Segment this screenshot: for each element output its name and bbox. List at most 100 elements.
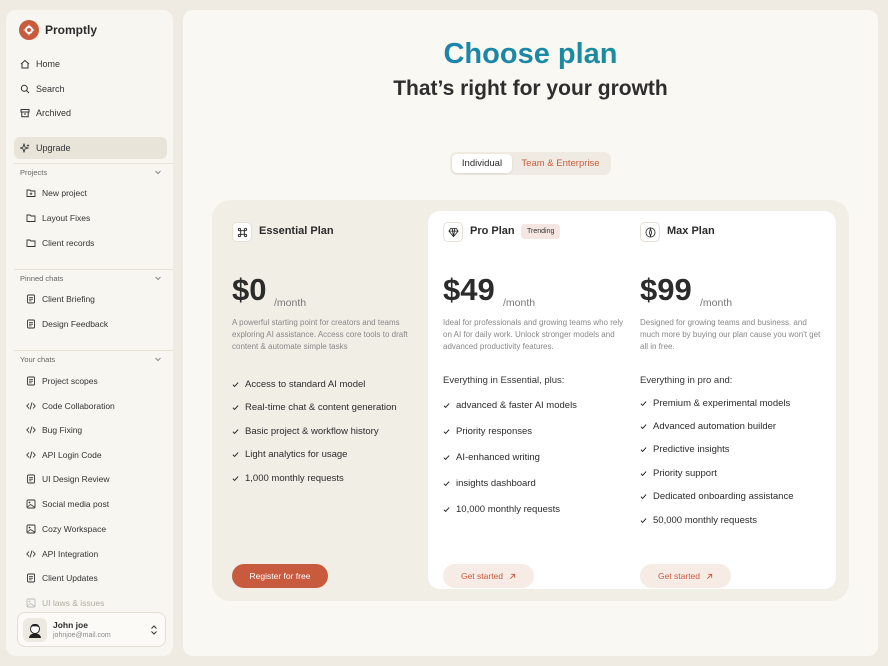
document-icon	[27, 474, 35, 484]
get-started-button[interactable]: Get started	[640, 564, 731, 588]
code-icon	[26, 550, 36, 558]
chat-item[interactable]: Client Updates	[26, 568, 166, 588]
chat-item[interactable]: Cozy Workspace	[26, 519, 166, 539]
chevron-down-icon	[155, 357, 161, 362]
check-icon	[443, 481, 450, 487]
plan-description: Ideal for professionals and growing team…	[443, 318, 624, 352]
get-started-label: Get started	[657, 571, 701, 581]
check-icon	[640, 518, 647, 524]
chevron-down-icon	[155, 276, 161, 281]
nav-archived[interactable]: Archived	[14, 102, 167, 124]
plan-feature: Dedicated onboarding assistance	[640, 491, 793, 502]
chat-item[interactable]: Social media post	[26, 494, 166, 514]
projects-section-header[interactable]: Projects	[20, 166, 162, 178]
plan-type-toggle: Individual Team & Enterprise	[450, 152, 611, 175]
chat-label: Bug Fixing	[42, 425, 83, 435]
projects-section-title: Projects	[20, 167, 48, 177]
plan-description: Designed for growing teams and business.…	[640, 318, 821, 352]
document-icon	[27, 294, 35, 304]
home-icon	[20, 59, 30, 69]
chat-item[interactable]: UI laws & issues	[26, 593, 166, 613]
plan-feature: advanced & faster AI models	[443, 400, 577, 411]
project-item[interactable]: Layout Fixes	[26, 208, 166, 228]
plan-price: $49	[443, 272, 495, 307]
check-icon	[640, 471, 647, 477]
plan-feature: 50,000 monthly requests	[640, 515, 757, 526]
plan-name: Essential Plan	[259, 225, 334, 237]
chat-item[interactable]: Bug Fixing	[26, 420, 166, 440]
project-label: Layout Fixes	[42, 213, 91, 223]
chat-label: UI Design Review	[42, 474, 110, 484]
plan-feature: Basic project & workflow history	[232, 426, 379, 437]
nav-home[interactable]: Home	[14, 53, 167, 75]
plan-period: /month	[274, 297, 307, 309]
plan-feature: Light analytics for usage	[232, 449, 347, 460]
chat-label: Cozy Workspace	[42, 524, 107, 534]
check-icon	[232, 382, 239, 388]
chat-label: API Integration	[42, 549, 99, 559]
chat-item[interactable]: Code Collaboration	[26, 396, 166, 416]
archive-icon	[20, 109, 30, 118]
chat-label: Social media post	[42, 499, 110, 509]
code-icon	[26, 426, 36, 434]
pinned-chat-item[interactable]: Design Feedback	[26, 314, 166, 334]
toggle-individual[interactable]: Individual	[452, 154, 512, 173]
folder-plus-icon	[26, 189, 36, 197]
code-icon	[26, 451, 36, 459]
check-icon	[443, 429, 450, 435]
pinned-chat-label: Client Briefing	[42, 294, 95, 304]
register-for-free-button[interactable]: Register for free	[232, 564, 328, 588]
image-icon	[26, 499, 36, 509]
plan-period: /month	[503, 297, 536, 309]
plan-feature: 1,000 monthly requests	[232, 473, 344, 484]
pinned-section-header[interactable]: Pinned chats	[20, 272, 162, 284]
user-menu[interactable]: John joe johnjoe@mail.com	[17, 612, 166, 647]
arrow-up-right-icon	[510, 573, 516, 579]
page-title: Choose plan	[183, 38, 878, 71]
check-icon	[232, 405, 239, 411]
chat-item[interactable]: API Login Code	[26, 445, 166, 465]
divider	[14, 350, 173, 351]
page-subtitle: That’s right for your growth	[393, 77, 668, 100]
chat-label: Client Updates	[42, 573, 98, 583]
check-icon	[232, 452, 239, 458]
chat-item[interactable]: UI Design Review	[26, 469, 166, 489]
check-icon	[640, 494, 647, 500]
nav-archived-label: Archived	[36, 108, 72, 118]
arrow-up-right-icon	[707, 573, 713, 579]
plan-feature: Predictive insights	[640, 444, 730, 455]
check-icon	[640, 401, 647, 407]
plan-feature: insights dashboard	[443, 478, 536, 489]
plan-name: Max Plan	[667, 225, 715, 237]
divider	[14, 163, 173, 164]
plan-feature: 10,000 monthly requests	[443, 504, 560, 515]
brand[interactable]: Promptly	[19, 20, 97, 40]
plan-feature: AI-enhanced writing	[443, 452, 540, 463]
toggle-team-enterprise[interactable]: Team & Enterprise	[512, 154, 609, 173]
pinned-chat-item[interactable]: Client Briefing	[26, 289, 166, 309]
chat-item[interactable]: API Integration	[26, 544, 166, 564]
trending-badge: Trending	[521, 224, 561, 239]
check-icon	[443, 455, 450, 461]
chats-section-header[interactable]: Your chats	[20, 353, 162, 365]
main-panel: Choose plan That’s right for your growth…	[183, 10, 878, 656]
get-started-button[interactable]: Get started	[443, 564, 534, 588]
folder-icon	[26, 239, 36, 247]
chat-item[interactable]: Project scopes	[26, 371, 166, 391]
user-email: johnjoe@mail.com	[53, 632, 111, 639]
document-icon	[27, 376, 35, 386]
plan-feature: Priority support	[640, 468, 717, 479]
project-item[interactable]: New project	[26, 183, 166, 203]
plan-period: /month	[700, 297, 733, 309]
plan-feature: Premium & experimental models	[640, 398, 790, 409]
image-icon	[26, 524, 36, 534]
nav-upgrade-label: Upgrade	[36, 143, 71, 153]
image-icon	[26, 598, 36, 608]
nav-upgrade[interactable]: Upgrade	[14, 137, 167, 159]
check-icon	[640, 447, 647, 453]
project-item[interactable]: Client records	[26, 233, 166, 253]
nav-search[interactable]: Search	[14, 78, 167, 100]
divider	[14, 269, 173, 270]
plan-price: $0	[232, 272, 267, 307]
plan-feature: Priority responses	[443, 426, 532, 437]
